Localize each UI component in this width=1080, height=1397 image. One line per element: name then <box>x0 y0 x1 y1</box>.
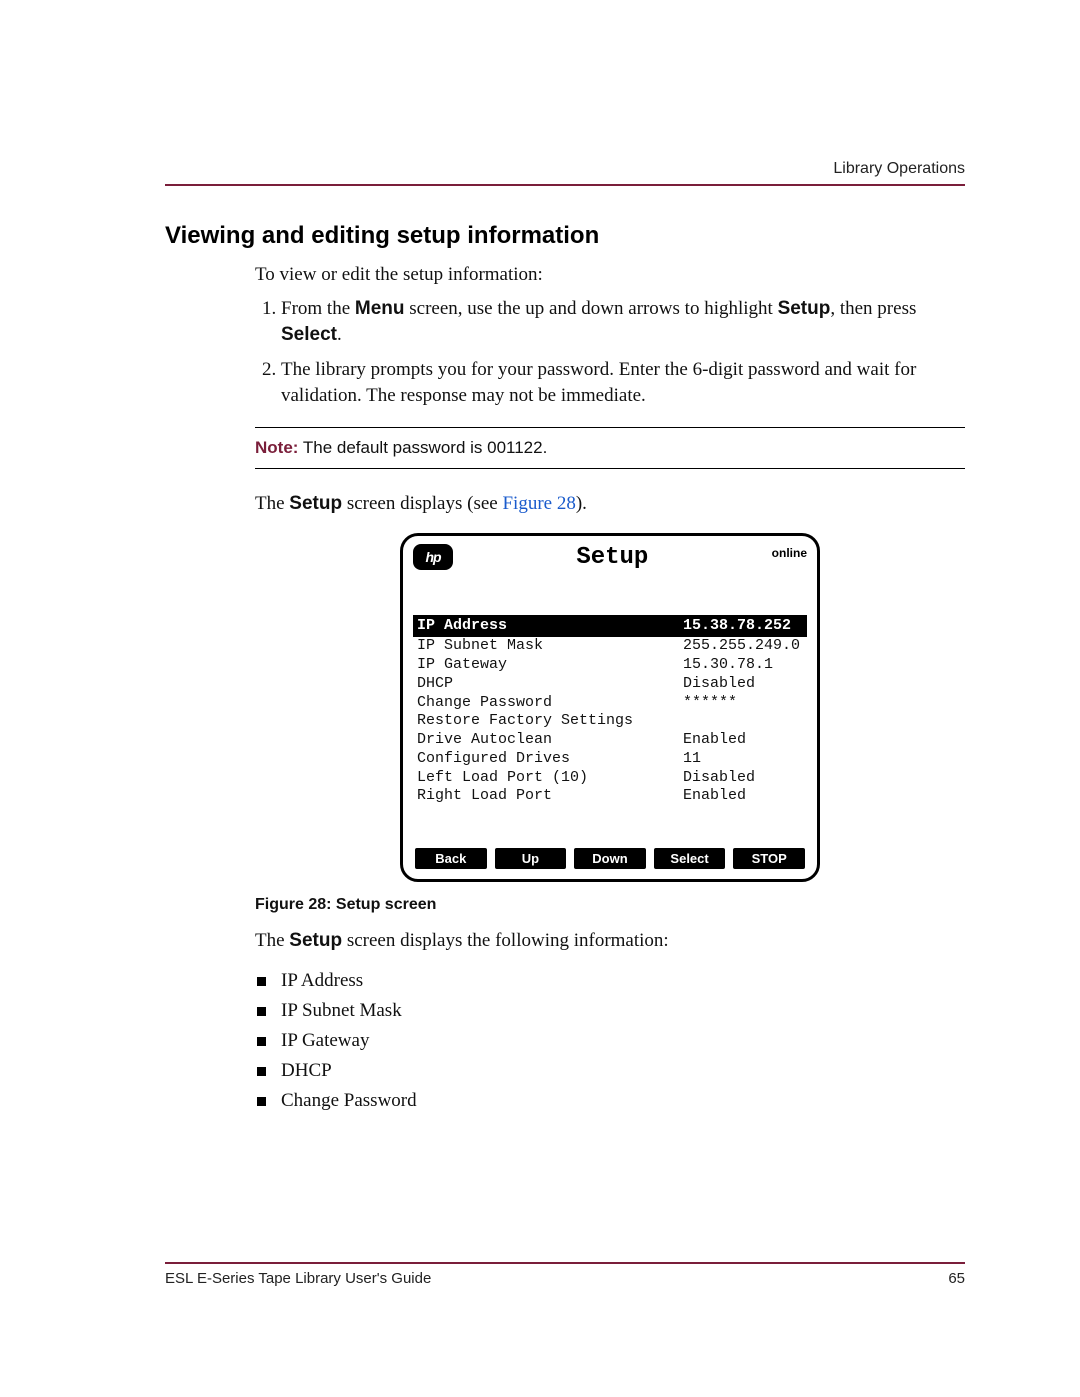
lcd-row: Drive Autoclean Enabled <box>413 731 807 750</box>
post-caption-para: The Setup screen displays the following … <box>255 930 965 952</box>
note-text: The default password is 001122. <box>298 438 547 457</box>
intro-paragraph: To view or edit the setup information: <box>255 264 965 286</box>
note-block: Note: The default password is 001122. <box>255 427 965 469</box>
lcd-row: Right Load Port Enabled <box>413 787 807 806</box>
lcd-row: Change Password ****** <box>413 694 807 713</box>
lcd-button-row: Back Up Down Select STOP <box>413 848 807 869</box>
lcd-stop-button: STOP <box>733 848 805 869</box>
header-rule <box>165 184 965 186</box>
lcd-row: DHCP Disabled <box>413 675 807 694</box>
lcd-row: IP Subnet Mask 255.255.249.0 <box>413 637 807 656</box>
lcd-select-button: Select <box>654 848 726 869</box>
figure-link[interactable]: Figure 28 <box>502 493 575 514</box>
steps-list: From the Menu screen, use the up and dow… <box>255 296 965 409</box>
lcd-row-ip-address: IP Address 15.38.78.252 <box>413 615 807 638</box>
setup-screen-figure: hp Setup online IP Address 15.38.78.252 … <box>400 533 820 883</box>
info-bullet-list: IP Address IP Subnet Mask IP Gateway DHC… <box>255 970 965 1112</box>
lcd-title: Setup <box>461 544 764 571</box>
list-item: IP Subnet Mask <box>281 1000 965 1022</box>
step-2: The library prompts you for your passwor… <box>281 357 965 408</box>
running-header: Library Operations <box>165 160 965 178</box>
step-1: From the Menu screen, use the up and dow… <box>281 296 965 347</box>
list-item: IP Gateway <box>281 1030 965 1052</box>
list-item: DHCP <box>281 1060 965 1082</box>
note-label: Note: <box>255 438 298 457</box>
hp-logo-icon: hp <box>413 544 453 570</box>
lcd-back-button: Back <box>415 848 487 869</box>
lcd-down-button: Down <box>574 848 646 869</box>
footer-doc-title: ESL E-Series Tape Library User's Guide <box>165 1270 431 1287</box>
lcd-up-button: Up <box>495 848 567 869</box>
note-line: Note: The default password is 001122. <box>255 428 965 468</box>
lcd-row: Left Load Port (10) Disabled <box>413 769 807 788</box>
footer-page-number: 65 <box>948 1270 965 1287</box>
lcd-row: Restore Factory Settings <box>413 712 807 731</box>
list-item: Change Password <box>281 1090 965 1112</box>
lcd-row: IP Gateway 15.30.78.1 <box>413 656 807 675</box>
screen-displays-para: The Setup screen displays (see Figure 28… <box>255 493 965 515</box>
list-item: IP Address <box>281 970 965 992</box>
lcd-row: Configured Drives 11 <box>413 750 807 769</box>
lcd-status-online: online <box>772 546 807 560</box>
note-rule-bottom <box>255 468 965 469</box>
figure-caption: Figure 28: Setup screen <box>255 896 965 914</box>
section-heading: Viewing and editing setup information <box>165 222 965 250</box>
